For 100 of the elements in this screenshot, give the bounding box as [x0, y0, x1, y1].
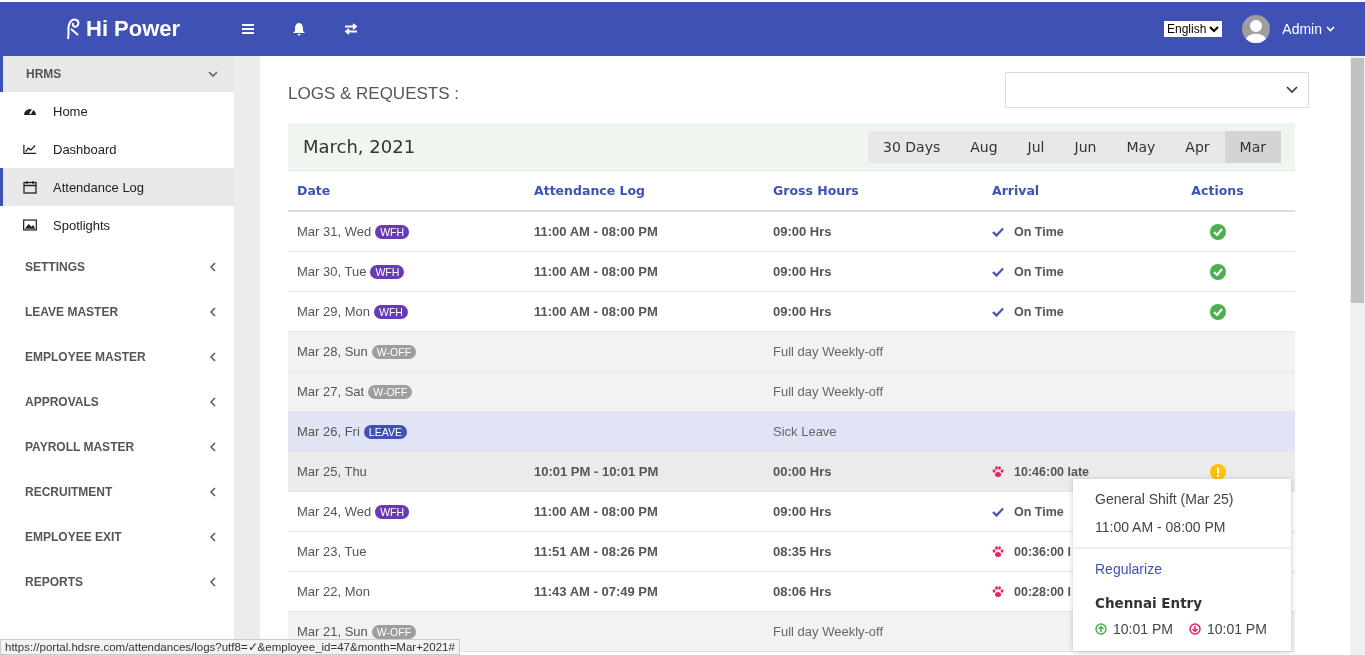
check-circle-icon[interactable]	[1209, 223, 1226, 240]
check-circle-icon[interactable]	[1209, 263, 1226, 280]
arrival-status: On Time	[1014, 224, 1064, 239]
gross-hours: 08:35 Hrs	[773, 544, 832, 559]
status-badge: WFH	[375, 504, 410, 519]
warning-icon[interactable]	[1209, 463, 1226, 480]
arrival-status: On Time	[1014, 264, 1064, 279]
date-text: Mar 22, Mon	[297, 584, 370, 599]
period-tab[interactable]: Mar	[1224, 130, 1281, 163]
status-badge: WFH	[370, 264, 405, 279]
status-badge: LEAVE	[363, 424, 407, 439]
avatar-icon[interactable]	[1242, 15, 1271, 43]
line-chart-icon	[23, 143, 37, 155]
sidebar-item[interactable]: Dashboard	[0, 130, 234, 168]
period-tab[interactable]: 30 Days	[868, 130, 956, 163]
period-tab[interactable]: Jul	[1012, 130, 1060, 163]
sidebar-section[interactable]: SETTINGS	[0, 244, 234, 289]
log-time: 11:00 AM - 08:00 PM	[534, 304, 658, 319]
out-time: 10:01 PM	[1206, 621, 1267, 637]
in-time: 10:01 PM	[1113, 621, 1173, 637]
date-text: Mar 27, Sat	[297, 384, 365, 399]
chevron-left-icon	[210, 261, 216, 272]
day-note: Full day Weekly-off	[773, 624, 884, 639]
period-tab[interactable]: Aug	[955, 130, 1013, 163]
shift-name: General Shift (Mar 25)	[1095, 491, 1235, 507]
sidebar-item[interactable]: Home	[0, 92, 234, 130]
column-header: Actions	[1190, 183, 1245, 198]
sidebar-section[interactable]: LEAVE MASTER	[0, 289, 234, 334]
day-note: Full day Weekly-off	[773, 344, 884, 359]
swap-icon[interactable]	[344, 23, 358, 35]
arrow-up-circle-icon	[1095, 623, 1107, 635]
sidebar-section[interactable]: APPROVALS	[0, 379, 234, 424]
gross-hours: 09:00 Hrs	[773, 504, 832, 519]
page-title: LOGS & REQUESTS :	[288, 83, 459, 104]
chevron-left-icon	[210, 396, 216, 407]
status-badge: W-OFF	[371, 624, 417, 639]
sidebar-section[interactable]: EMPLOYEE EXIT	[0, 514, 234, 559]
date-text: Mar 26, Fri	[297, 424, 360, 439]
scrollbar-thumb[interactable]	[1351, 58, 1364, 303]
chevron-left-icon	[210, 306, 216, 317]
sidebar-item[interactable]: Spotlights	[0, 206, 234, 244]
chevron-left-icon	[210, 351, 216, 362]
arrival-status: On Time	[1014, 304, 1064, 319]
scrollbar[interactable]	[1350, 56, 1365, 655]
check-icon	[992, 226, 1004, 237]
chevron-down-icon	[1209, 25, 1220, 33]
calendar-icon	[23, 180, 37, 194]
paw-icon	[992, 585, 1004, 598]
day-note: Sick Leave	[773, 424, 837, 439]
paw-icon	[992, 465, 1004, 478]
menu-icon[interactable]	[242, 24, 254, 34]
table-row[interactable]: Mar 28, Sun W-OFF Full day Weekly-off	[288, 332, 1295, 372]
chevron-down-icon	[1326, 26, 1335, 32]
gross-hours: 00:00 Hrs	[773, 464, 832, 479]
status-badge: WFH	[375, 224, 410, 239]
bell-icon[interactable]	[292, 22, 306, 36]
check-icon	[992, 506, 1004, 517]
app-logo: Hi Power	[62, 16, 242, 42]
gross-hours: 09:00 Hrs	[773, 264, 832, 279]
date-text: Mar 21, Sun	[297, 624, 368, 639]
status-bar-url: https://portal.hdsre.com/attendances/logs?utf8=✓&employee_id=47&month=Mar+2021#	[0, 639, 460, 655]
chevron-down-icon	[1286, 85, 1298, 94]
table-row[interactable]: Mar 31, Wed WFH 11:00 AM - 08:00 PM 09:00 Hrs On Time	[288, 212, 1295, 252]
date-text: Mar 24, Wed	[297, 504, 372, 519]
sidebar-item[interactable]: Attendance Log	[0, 168, 234, 206]
chevron-left-icon	[210, 486, 216, 497]
period-tab[interactable]: Apr	[1170, 130, 1225, 163]
column-header: Attendance Log	[533, 183, 647, 198]
status-badge: W-OFF	[368, 384, 413, 399]
table-row[interactable]: Mar 27, Sat W-OFF Full day Weekly-off	[288, 372, 1295, 412]
chevron-down-icon	[208, 70, 218, 78]
sidebar-section-header[interactable]: HRMS	[0, 56, 234, 92]
column-header: Date	[296, 183, 332, 198]
language-select[interactable]: English	[1163, 21, 1223, 37]
log-time: 11:00 AM - 08:00 PM	[534, 504, 658, 519]
table-row[interactable]: Mar 30, Tue WFH 11:00 AM - 08:00 PM 09:00 Hrs On Time	[288, 252, 1295, 292]
period-tab[interactable]: May	[1111, 130, 1171, 163]
month-title: March, 2021	[303, 136, 416, 157]
gross-hours: 08:06 Hrs	[773, 584, 832, 599]
table-row[interactable]: Mar 26, Fri LEAVE Sick Leave	[288, 412, 1295, 452]
period-tab[interactable]: Jun	[1059, 130, 1112, 163]
check-circle-icon[interactable]	[1209, 303, 1226, 320]
date-text: Mar 23, Tue	[297, 544, 367, 559]
sidebar-section[interactable]: REPORTS	[0, 559, 234, 604]
date-text: Mar 29, Mon	[297, 304, 370, 319]
gross-hours: 09:00 Hrs	[773, 304, 832, 319]
table-row[interactable]: Mar 25, Thu 10:01 PM - 10:01 PM 00:00 Hrs 10:46:00 late	[288, 452, 1295, 492]
sidebar-section[interactable]: RECRUITMENT	[0, 469, 234, 514]
gross-hours: 09:00 Hrs	[773, 224, 832, 239]
sidebar-section[interactable]: PAYROLL MASTER	[0, 424, 234, 469]
sidebar-section[interactable]: EMPLOYEE MASTER	[0, 334, 234, 379]
date-text: Mar 28, Sun	[297, 344, 368, 359]
user-menu[interactable]: Admin	[1282, 21, 1335, 37]
column-header: Arrival	[991, 183, 1041, 198]
date-text: Mar 30, Tue	[297, 264, 367, 279]
chevron-left-icon	[210, 441, 216, 452]
log-time: 11:00 AM - 08:00 PM	[534, 224, 658, 239]
status-badge: W-OFF	[371, 344, 417, 359]
arrival-status: 00:28:00 l	[1014, 584, 1071, 599]
log-time: 10:01 PM - 10:01 PM	[534, 464, 659, 479]
